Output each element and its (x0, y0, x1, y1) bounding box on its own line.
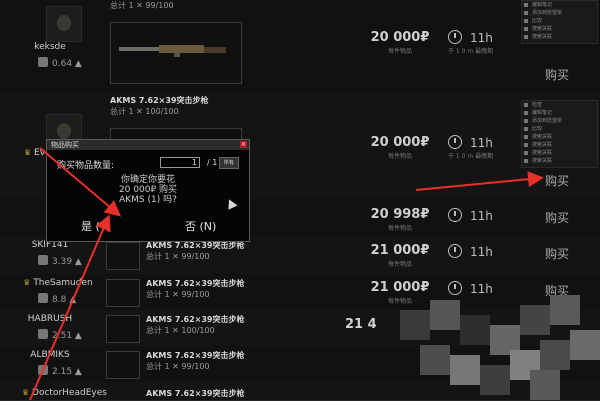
arrow-to-yes (39, 147, 122, 217)
arrow-to-yes (29, 214, 111, 400)
annotation-arrows (29, 147, 544, 400)
arrow-to-buy (415, 171, 544, 191)
